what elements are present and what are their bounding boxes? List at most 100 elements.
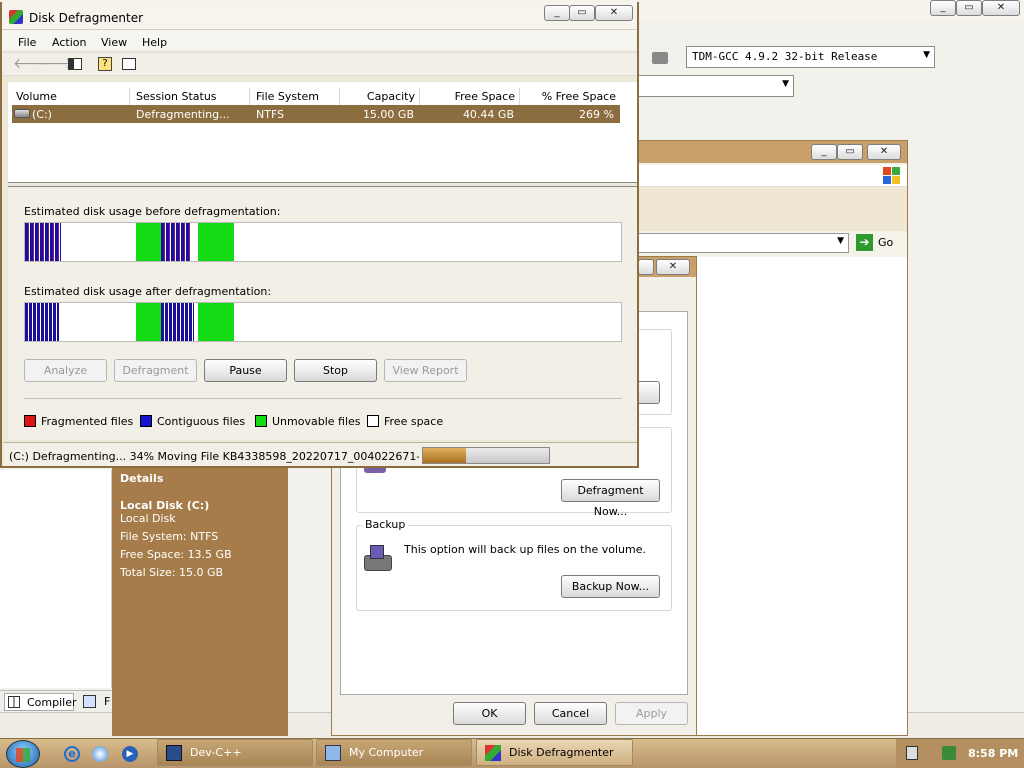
devcpp-secondary-select[interactable]: ▼: [638, 75, 794, 97]
legend-unmovable: Unmovable files: [272, 415, 361, 428]
details-drive-type: Local Disk: [120, 512, 176, 525]
defrag-minimize-button[interactable]: _: [544, 5, 570, 21]
clock: 8:58 PM: [968, 747, 1019, 760]
column-header-percent-free[interactable]: % Free Space: [522, 88, 620, 106]
windows-logo-icon: [16, 748, 30, 762]
explorer-titlebar: [631, 141, 907, 163]
details-free-space: Free Space: 13.5 GB: [120, 548, 232, 561]
explorer-toolbar: [631, 187, 907, 231]
check-now-button[interactable]: [636, 381, 660, 404]
tab-resources[interactable]: F: [80, 693, 112, 711]
legend-swatch-fragmented: [24, 415, 36, 427]
tab-compiler[interactable]: Compiler: [4, 693, 77, 711]
taskbar-devcpp[interactable]: Dev-C++: [157, 739, 313, 766]
column-header-session-status[interactable]: Session Status: [132, 88, 250, 106]
stop-button[interactable]: Stop: [294, 359, 377, 382]
details-file-system: File System: NTFS: [120, 530, 219, 543]
devcpp-editor-area: [0, 470, 112, 688]
tray-calculator-icon[interactable]: [906, 746, 918, 760]
devcpp-toolbar-icon[interactable]: [652, 52, 668, 64]
before-usage-band: [24, 222, 622, 262]
cancel-button[interactable]: Cancel: [534, 702, 607, 725]
go-button[interactable]: ➔ Go: [854, 233, 904, 253]
show-hide-console-icon[interactable]: [68, 58, 82, 70]
media-player-icon[interactable]: ▶: [122, 746, 138, 762]
backup-group: [356, 525, 672, 611]
defrag-close-button[interactable]: ✕: [595, 5, 633, 21]
menu-action[interactable]: Action: [52, 36, 86, 49]
row-free-space: 40.44 GB: [462, 108, 514, 121]
windows-logo-icon: [883, 167, 901, 185]
menu-view[interactable]: View: [101, 36, 127, 49]
backup-drive-icon: [364, 545, 394, 573]
defrag-maximize-button[interactable]: ▭: [569, 5, 595, 21]
compiler-select-value: TDM-GCC 4.9.2 32-bit Release: [692, 50, 878, 63]
tab-compiler-label: Compiler: [27, 696, 77, 709]
menu-file[interactable]: File: [18, 36, 36, 49]
chevron-down-icon: ▼: [923, 50, 930, 60]
tray-network-icon[interactable]: [942, 746, 956, 760]
taskbar-devcpp-label: Dev-C++: [190, 746, 242, 759]
legend-divider: [24, 398, 622, 399]
explorer-close-button[interactable]: ✕: [867, 144, 901, 160]
devcpp-close-button[interactable]: ✕: [982, 0, 1020, 16]
taskbar-my-computer[interactable]: My Computer: [316, 739, 472, 766]
row-capacity: 15.00 GB: [362, 108, 414, 121]
details-total-size: Total Size: 15.0 GB: [120, 566, 224, 579]
properties-close-button[interactable]: ✕: [656, 259, 690, 275]
explorer-maximize-button[interactable]: ▭: [837, 144, 863, 160]
row-file-system: NTFS: [256, 108, 285, 121]
apply-button[interactable]: Apply: [615, 702, 688, 725]
legend-swatch-contiguous: [140, 415, 152, 427]
details-pane: Details Local Disk (C:) Local Disk File …: [112, 466, 288, 736]
after-contig-block-1: [25, 303, 59, 341]
explorer-menubar: [631, 165, 907, 187]
grid-icon: [8, 696, 20, 708]
legend-contiguous: Contiguous files: [157, 415, 246, 428]
defrag-window: Disk Defragmenter _ ▭ ✕ File Action View…: [0, 2, 639, 468]
ok-button[interactable]: OK: [453, 702, 526, 725]
view-report-button[interactable]: View Report: [384, 359, 467, 382]
legend-swatch-unmovable: [255, 415, 267, 427]
taskbar-my-computer-label: My Computer: [349, 746, 424, 759]
after-unmovable-block-2: [198, 303, 234, 341]
chevron-down-icon: ▼: [782, 79, 789, 89]
help-icon[interactable]: ?: [98, 57, 112, 71]
column-header-volume[interactable]: Volume: [12, 88, 130, 106]
legend-fragmented: Fragmented files: [41, 415, 134, 428]
devcpp-maximize-button[interactable]: ▭: [956, 0, 982, 16]
defrag-menubar: [2, 30, 637, 50]
explorer-address-bar[interactable]: ▼: [631, 233, 849, 253]
column-header-file-system[interactable]: File System: [252, 88, 340, 106]
progress-bar: [422, 447, 550, 464]
drive-icon: [14, 109, 30, 118]
details-heading: Details: [120, 472, 164, 485]
devcpp-minimize-button[interactable]: _: [930, 0, 956, 16]
legend-free: Free space: [384, 415, 444, 428]
system-tray: 8:58 PM: [896, 739, 1024, 768]
defragment-now-button[interactable]: Defragment Now...: [561, 479, 660, 518]
quicklaunch-icon[interactable]: [92, 746, 108, 762]
before-contig-block-2: [161, 223, 191, 261]
taskbar-defrag-label: Disk Defragmenter: [509, 746, 614, 759]
after-usage-band: [24, 302, 622, 342]
analyze-button[interactable]: Analyze: [24, 359, 107, 382]
menu-help[interactable]: Help: [142, 36, 167, 49]
column-header-capacity[interactable]: Capacity: [342, 88, 420, 106]
row-status: Defragmenting...: [136, 108, 230, 121]
properties-icon[interactable]: [122, 58, 136, 70]
taskbar-disk-defragmenter[interactable]: Disk Defragmenter: [476, 739, 633, 766]
start-button[interactable]: [6, 740, 40, 768]
explorer-minimize-button[interactable]: _: [811, 144, 837, 160]
properties-help-button[interactable]: [638, 259, 654, 275]
compiler-select[interactable]: TDM-GCC 4.9.2 32-bit Release ▼: [686, 46, 935, 68]
row-volume: (C:): [32, 108, 52, 121]
pause-button[interactable]: Pause: [204, 359, 287, 382]
column-header-free-space[interactable]: Free Space: [422, 88, 520, 106]
progress-fill: [423, 448, 466, 463]
go-button-label: Go: [878, 236, 894, 249]
defragment-button[interactable]: Defragment: [114, 359, 197, 382]
ie-icon[interactable]: e: [64, 746, 80, 762]
backup-now-button[interactable]: Backup Now...: [561, 575, 660, 598]
defrag-app-icon: [9, 10, 23, 24]
